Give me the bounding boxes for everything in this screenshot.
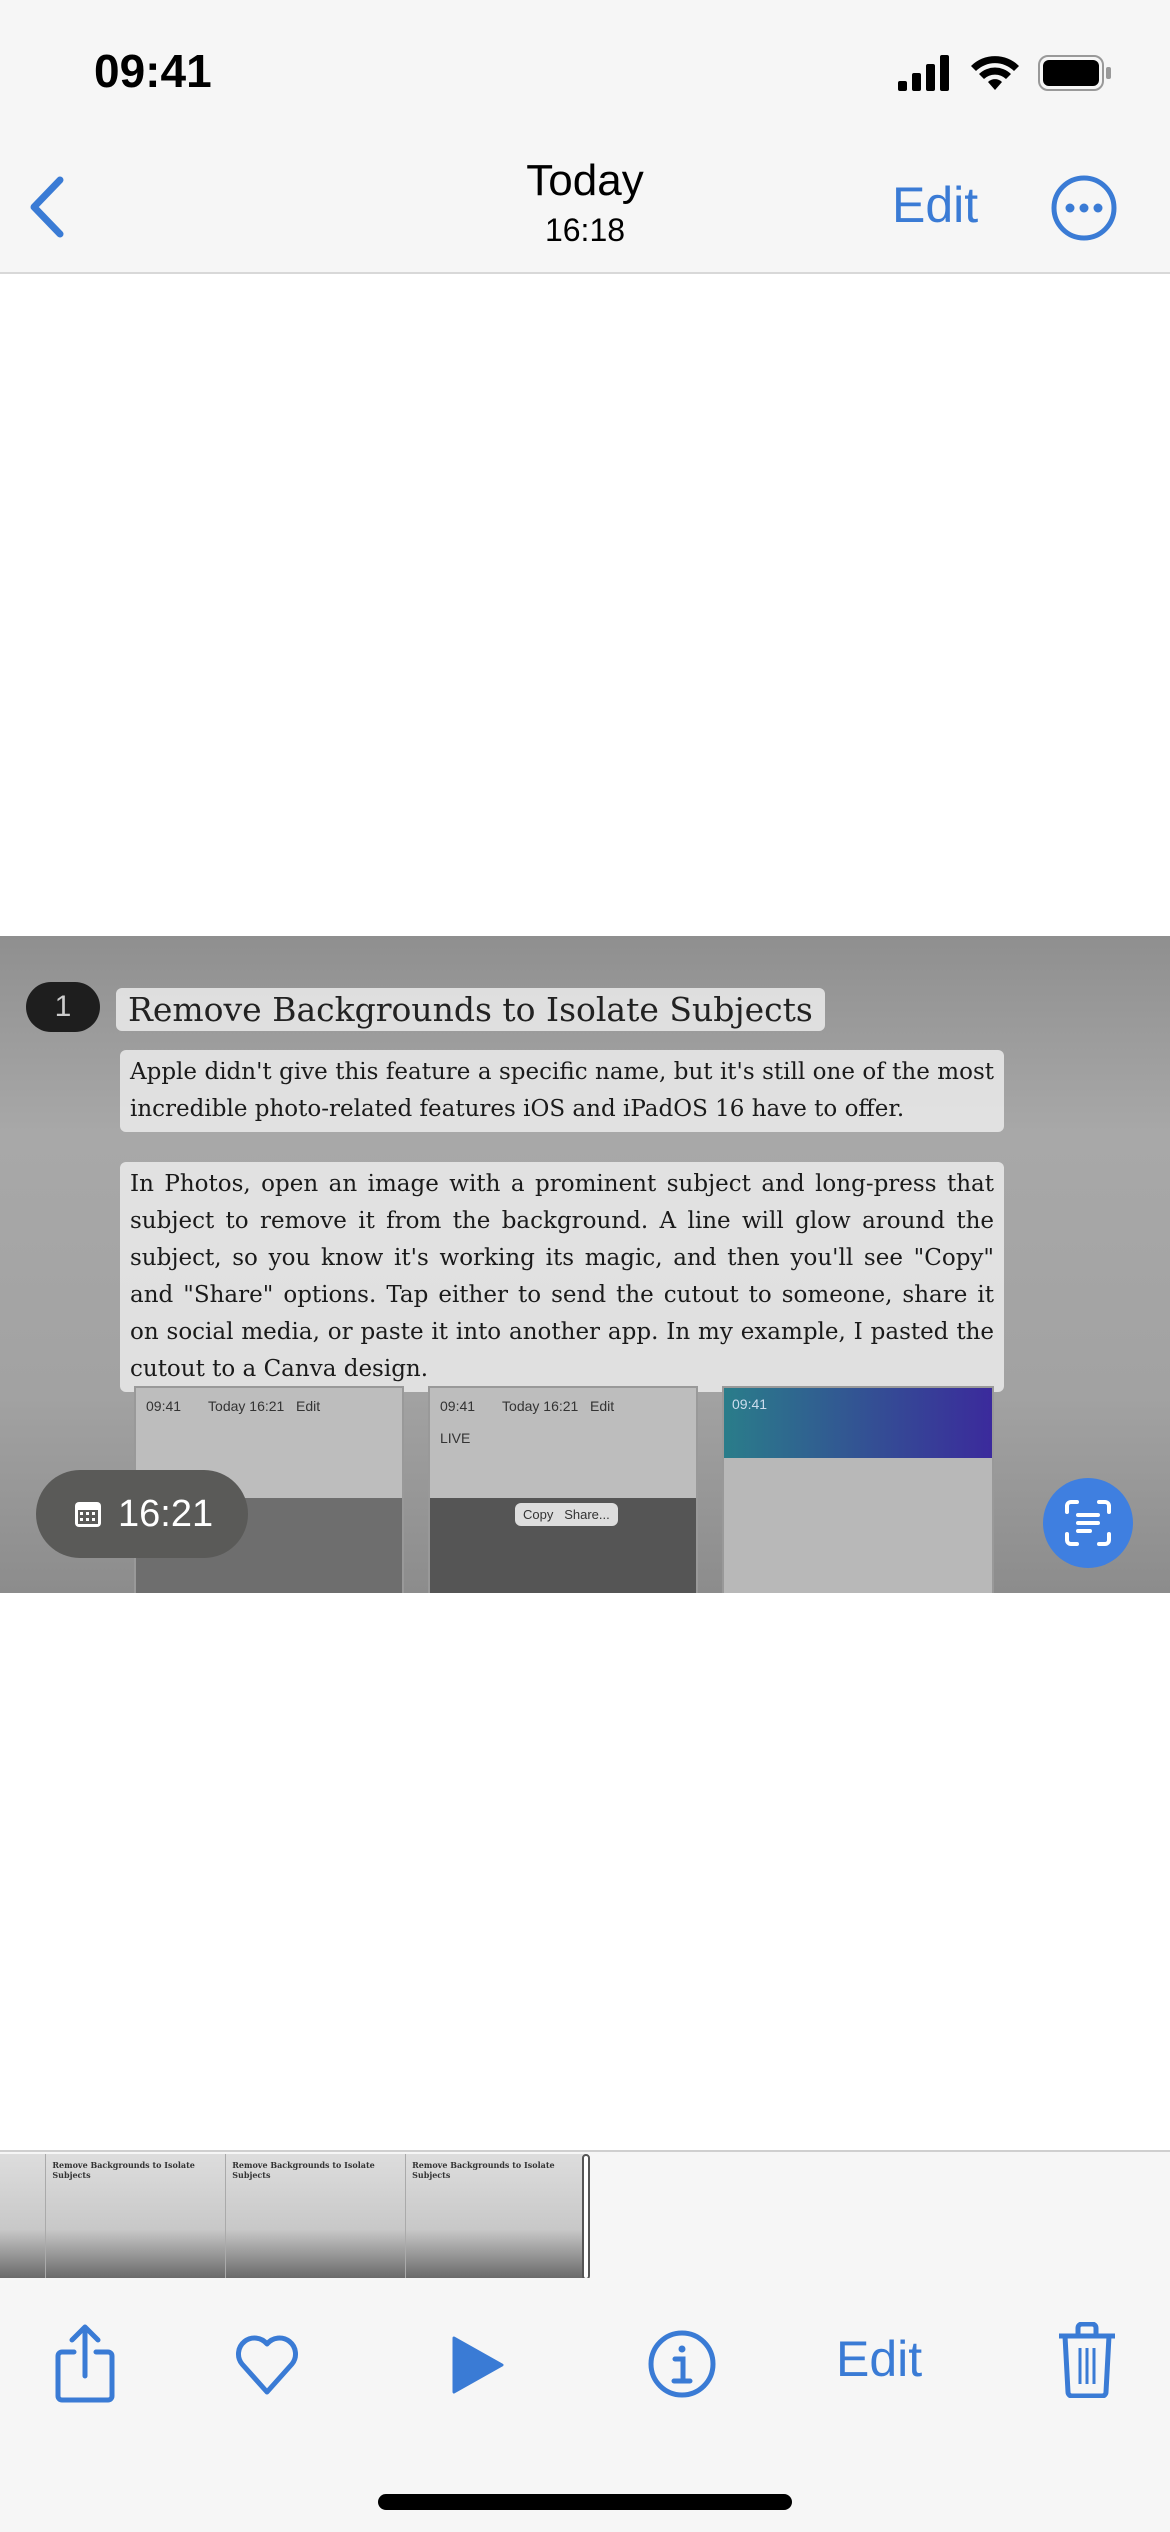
live-text-icon <box>1065 1500 1111 1546</box>
timestamp-badge[interactable]: 16:21 <box>36 1470 248 1558</box>
status-bar: 09:41 <box>0 0 1170 150</box>
calendar-icon <box>75 1502 101 1527</box>
battery-icon <box>1038 55 1111 91</box>
favorite-heart-icon[interactable] <box>234 2334 300 2396</box>
wifi-icon <box>971 56 1019 90</box>
thumbnail[interactable] <box>0 2154 47 2280</box>
edit-photo-button[interactable]: Edit <box>836 2330 922 2388</box>
embedded-screenshot-3: 09:41 <box>722 1386 994 1593</box>
embedded-screenshot-2: 09:41 Today 16:21 Edit LIVE Copy Share... <box>428 1386 698 1593</box>
thumbnail[interactable]: Remove Backgrounds to Isolate Subjects <box>226 2154 407 2280</box>
photo-paragraph-1: Apple didn't give this feature a specifi… <box>120 1050 1004 1132</box>
thumbnail-scrubber[interactable]: Remove Backgrounds to Isolate Subjects R… <box>0 2150 1170 2280</box>
signal-icon <box>898 55 949 91</box>
thumbnail[interactable]: Remove Backgrounds to Isolate Subjects <box>46 2154 227 2280</box>
photo-paragraph-2: In Photos, open an image with a prominen… <box>120 1162 1004 1392</box>
nav-bar: Today 16:18 Edit <box>0 150 1170 274</box>
home-indicator[interactable] <box>378 2494 792 2510</box>
share-icon[interactable] <box>54 2324 116 2404</box>
timestamp-text: 16:21 <box>118 1492 214 1535</box>
thumbnail[interactable]: Remove Backgrounds to Isolate Subjects <box>406 2154 586 2280</box>
play-icon[interactable] <box>452 2336 504 2394</box>
nav-title: Today <box>526 156 644 205</box>
photo-heading: Remove Backgrounds to Isolate Subjects <box>116 988 825 1031</box>
photo-viewer[interactable]: 1 Remove Backgrounds to Isolate Subjects… <box>0 936 1170 1593</box>
status-time: 09:41 <box>94 45 212 97</box>
trash-icon[interactable] <box>1056 2322 1118 2398</box>
live-text-button[interactable] <box>1043 1478 1133 1568</box>
info-icon[interactable] <box>648 2330 716 2398</box>
more-icon[interactable] <box>1050 174 1118 242</box>
nav-subtitle: 16:18 <box>544 212 626 248</box>
step-number: 1 <box>26 982 100 1032</box>
edit-button[interactable]: Edit <box>892 176 978 234</box>
scrubber-handle[interactable] <box>582 2154 590 2280</box>
